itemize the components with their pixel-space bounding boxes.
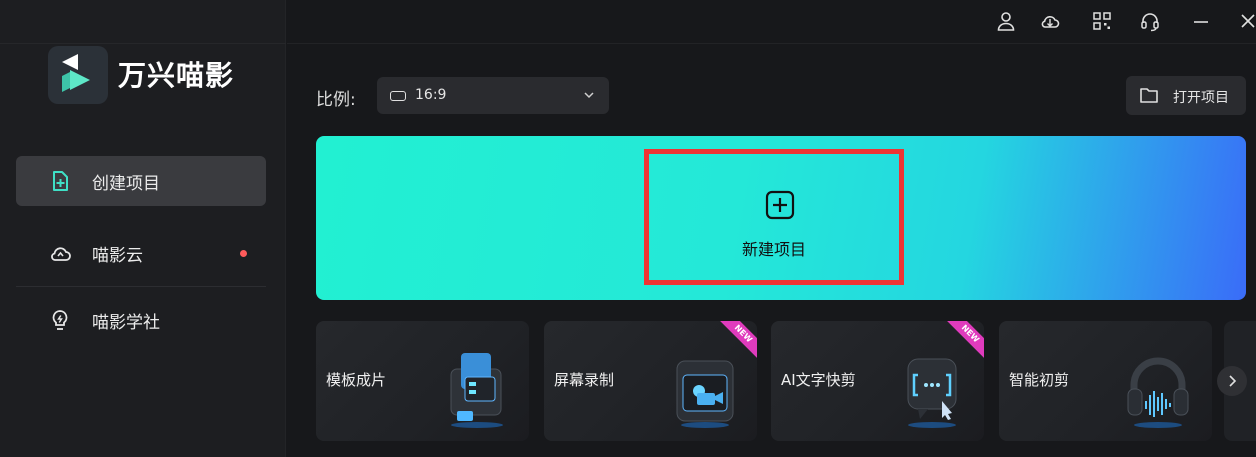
new-project-button[interactable]: 新建项目 [644, 149, 904, 285]
new-project-banner[interactable]: 新建项目 [316, 136, 1246, 300]
sidebar-divider [16, 286, 266, 287]
new-project-label: 新建项目 [741, 240, 806, 259]
chevron-down-icon [584, 92, 594, 99]
app-name: 万兴喵影 [118, 59, 235, 92]
minimize-icon[interactable] [1190, 10, 1212, 32]
plus-square-icon [765, 190, 795, 220]
window-topbar [287, 0, 1256, 44]
ratio-dropdown[interactable]: 16:9 [377, 77, 609, 114]
user-icon[interactable] [995, 10, 1017, 32]
film-template-icon [450, 353, 503, 428]
main-area: 比例: 16:9 打开项目 新建项目 模板成片 屏幕录制 NEW AI文字快剪 … [287, 0, 1256, 457]
headset-icon[interactable] [1139, 10, 1161, 32]
sidebar-item-cloud[interactable]: 喵影云 [16, 228, 266, 278]
smart-cut-headphones-icon [1127, 357, 1189, 428]
folder-icon [1140, 88, 1158, 103]
card-label: 智能初剪 [1009, 371, 1070, 389]
close-icon[interactable] [1237, 10, 1256, 32]
add-file-icon [53, 171, 68, 191]
cloud-sync-icon[interactable] [1039, 10, 1061, 32]
carousel-next-button[interactable] [1217, 366, 1247, 396]
sidebar-item-academy[interactable]: 喵影学社 [16, 295, 266, 345]
sidebar: 万兴喵影 创建项目 喵影云 喵影学社 [0, 0, 286, 457]
sidebar-topbar [0, 0, 286, 44]
aspect-ratio-icon [390, 91, 406, 101]
sidebar-item-create-project[interactable]: 创建项目 [16, 156, 266, 206]
card-template[interactable]: 模板成片 [316, 321, 529, 441]
card-label: 模板成片 [326, 371, 387, 389]
card-label: AI文字快剪 [781, 371, 856, 389]
card-ai-text-edit[interactable]: AI文字快剪 NEW [771, 321, 984, 441]
notification-dot [240, 250, 247, 257]
open-project-button[interactable]: 打开项目 [1126, 76, 1246, 115]
lightbulb-icon [52, 310, 68, 330]
app-logo [48, 46, 108, 104]
sidebar-item-label: 创建项目 [92, 173, 160, 194]
grid-icon[interactable] [1091, 10, 1113, 32]
open-project-label: 打开项目 [1173, 90, 1229, 106]
ratio-label: 比例: [316, 90, 356, 110]
sidebar-item-label: 喵影学社 [92, 312, 160, 333]
ai-text-icon [907, 358, 957, 428]
cloud-icon [51, 247, 71, 261]
screen-record-icon [676, 360, 734, 428]
card-screen-record[interactable]: 屏幕录制 NEW [544, 321, 757, 441]
card-label: 屏幕录制 [554, 371, 615, 389]
sidebar-item-label: 喵影云 [92, 245, 143, 266]
ratio-value: 16:9 [415, 87, 447, 103]
chevron-right-icon [1229, 375, 1237, 387]
card-smart-cut[interactable]: 智能初剪 [999, 321, 1212, 441]
